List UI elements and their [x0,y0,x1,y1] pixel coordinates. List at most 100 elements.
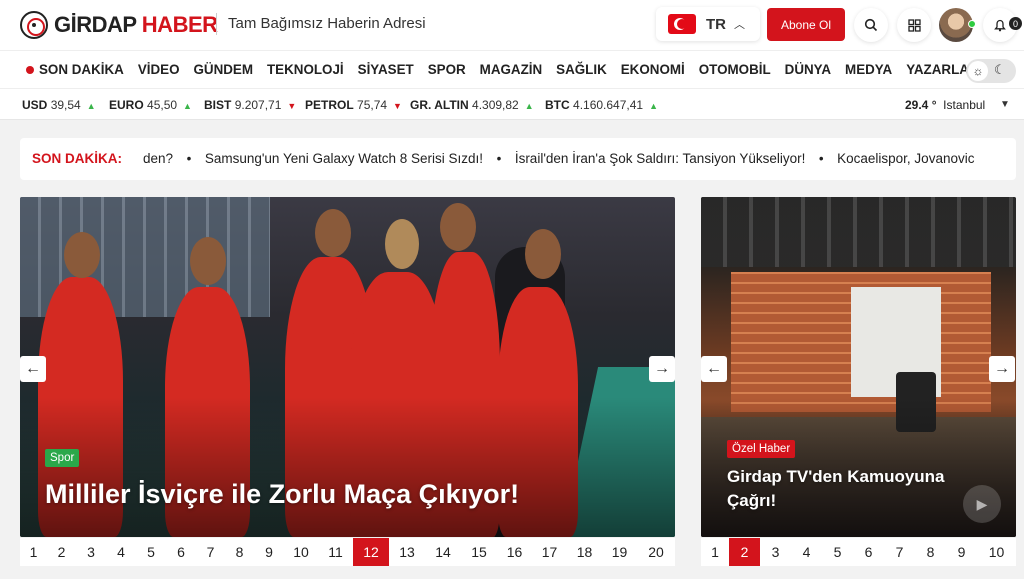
page-button[interactable]: 18 [567,538,602,566]
market-item-euro[interactable]: EURO 45,50 ▲ [109,98,192,112]
main-slider-pagination: 1 2 3 4 5 6 7 8 9 10 11 12 13 14 15 16 17 18 19 20 [20,538,675,566]
nav-item-dunya[interactable]: DÜNYA [785,62,831,77]
theme-toggle[interactable]: ☼ ☾ [966,59,1016,83]
market-item-usd[interactable]: USD 39,54 ▲ [22,98,96,112]
page-button[interactable]: 8 [225,538,254,566]
breaking-item[interactable]: İsrail'den İran'a Şok Saldırı: Tansiyon … [515,151,806,166]
play-video-button[interactable]: ▶ [963,485,1001,523]
breaking-news-label: SON DAKİKA: [32,151,122,166]
page-button[interactable]: 1 [20,538,47,566]
page-button[interactable]: 12 [353,538,389,566]
trend-up-icon: ▲ [86,101,96,111]
nav-item-siyaset[interactable]: SİYASET [358,62,414,77]
market-item-gold[interactable]: GR. ALTIN 4.309,82 ▲ [410,98,534,112]
search-button[interactable] [854,8,888,42]
online-status-dot [968,20,976,28]
slider-prev-button[interactable]: ← [701,356,727,382]
nav-item-ekonomi[interactable]: EKONOMİ [621,62,685,77]
page-button[interactable]: 16 [497,538,532,566]
breaking-item[interactable]: den? [143,151,173,166]
bell-icon [994,19,1006,31]
nav-item-teknoloji[interactable]: TEKNOLOJİ [267,62,344,77]
page-button[interactable]: 6 [166,538,196,566]
page-button[interactable]: 14 [425,538,461,566]
weather-city: Istanbul [943,98,986,112]
page-button[interactable]: 20 [637,538,675,566]
page-button[interactable]: 3 [760,538,791,566]
slider-prev-button[interactable]: ← [20,356,46,382]
category-tag[interactable]: Özel Haber [727,440,796,458]
page-button[interactable]: 7 [196,538,225,566]
market-item-btc[interactable]: BTC 4.160.647,41 ▲ [545,98,658,112]
breaking-item[interactable]: Samsung'un Yeni Galaxy Watch 8 Serisi Sı… [205,151,483,166]
chevron-up-icon: ︿ [734,19,745,31]
page-button[interactable]: 9 [946,538,977,566]
nav-item-otomobil[interactable]: OTOMOBİL [699,62,771,77]
bullet-icon: • [492,151,506,166]
trend-down-icon: ▼ [393,101,402,111]
weather-temp: 29.4 ° [905,98,937,112]
language-selector[interactable]: TR ︿ [656,7,760,41]
live-dot-icon [26,65,34,74]
side-slider-pagination: 1 2 3 4 5 6 7 8 9 10 [701,538,1016,566]
site-logo[interactable]: GİRDAP HABER [20,10,218,40]
side-headline[interactable]: Girdap TV'den Kamuoyuna Çağrı! [727,465,977,513]
tagline-divider [216,13,217,35]
trend-up-icon: ▲ [183,101,192,111]
page-button[interactable]: 10 [284,538,318,566]
bullet-icon: • [182,151,196,166]
turkey-flag-icon [668,14,696,34]
page-button[interactable]: 2 [47,538,76,566]
nav-item-spor[interactable]: SPOR [428,62,466,77]
slider-next-button[interactable]: → [649,356,675,382]
market-item-petrol[interactable]: PETROL 75,74 ▼ [305,98,402,112]
page-button[interactable]: 3 [76,538,106,566]
page-button[interactable]: 4 [791,538,822,566]
nav-item-video[interactable]: VİDEO [138,62,180,77]
trend-up-icon: ▲ [649,101,659,111]
site-header: GİRDAP HABER Tam Bağımsız Haberin Adresi… [0,0,1024,50]
slider-next-button[interactable]: → [989,356,1015,382]
subscribe-button[interactable]: Abone Ol [767,8,845,41]
page-button[interactable]: 1 [701,538,729,566]
main-headline[interactable]: Milliler İsviçre ile Zorlu Maça Çıkıyor! [45,479,665,510]
page-button[interactable]: 2 [729,538,760,566]
page-button[interactable]: 15 [461,538,497,566]
category-tag[interactable]: Spor [45,449,80,467]
page-button[interactable]: 6 [853,538,884,566]
weather-widget[interactable]: 29.4 ° Istanbul [905,98,985,112]
arrow-right-icon: → [994,360,1010,377]
nav-item-son-dakika[interactable]: SON DAKİKA [26,62,124,77]
page-button[interactable]: 4 [106,538,136,566]
page-button[interactable]: 13 [389,538,425,566]
breaking-item[interactable]: Kocaelispor, Jovanovic [837,151,974,166]
page-button[interactable]: 8 [915,538,946,566]
page-button[interactable]: 10 [977,538,1016,566]
page-button[interactable]: 19 [602,538,637,566]
chevron-down-icon[interactable]: ▼ [1000,99,1010,110]
page-button[interactable]: 17 [532,538,567,566]
play-icon: ▶ [976,495,988,512]
page-button[interactable]: 5 [822,538,853,566]
page-button[interactable]: 9 [254,538,284,566]
sun-icon: ☼ [968,61,988,81]
logo-text-part1: GİRDAP [54,12,137,37]
market-item-bist[interactable]: BIST 9.207,71 ▼ [204,98,296,112]
trend-up-icon: ▲ [524,101,534,111]
site-tagline: Tam Bağımsız Haberin Adresi [228,15,426,32]
notification-count-badge: 0 [1009,17,1022,30]
nav-item-medya[interactable]: MEDYA [845,62,892,77]
page-button[interactable]: 5 [136,538,166,566]
search-icon [864,18,878,32]
page-button[interactable]: 7 [884,538,915,566]
main-news-slider[interactable]: ← → Spor Milliler İsviçre ile Zorlu Maça… [20,197,675,537]
nav-item-magazin[interactable]: MAGAZİN [480,62,542,77]
nav-item-saglik[interactable]: SAĞLIK [556,62,607,77]
nav-item-gundem[interactable]: GÜNDEM [193,62,253,77]
arrow-left-icon: ← [25,360,41,377]
market-ticker-bar: USD 39,54 ▲ EURO 45,50 ▲ BIST 9.207,71 ▼ PE… [0,88,1024,120]
apps-menu-button[interactable] [897,8,931,42]
page-button[interactable]: 11 [318,538,353,566]
arrow-right-icon: → [654,360,670,377]
side-news-slider[interactable]: ← → Özel Haber Girdap TV'den Kamuoyuna Ç… [701,197,1016,537]
